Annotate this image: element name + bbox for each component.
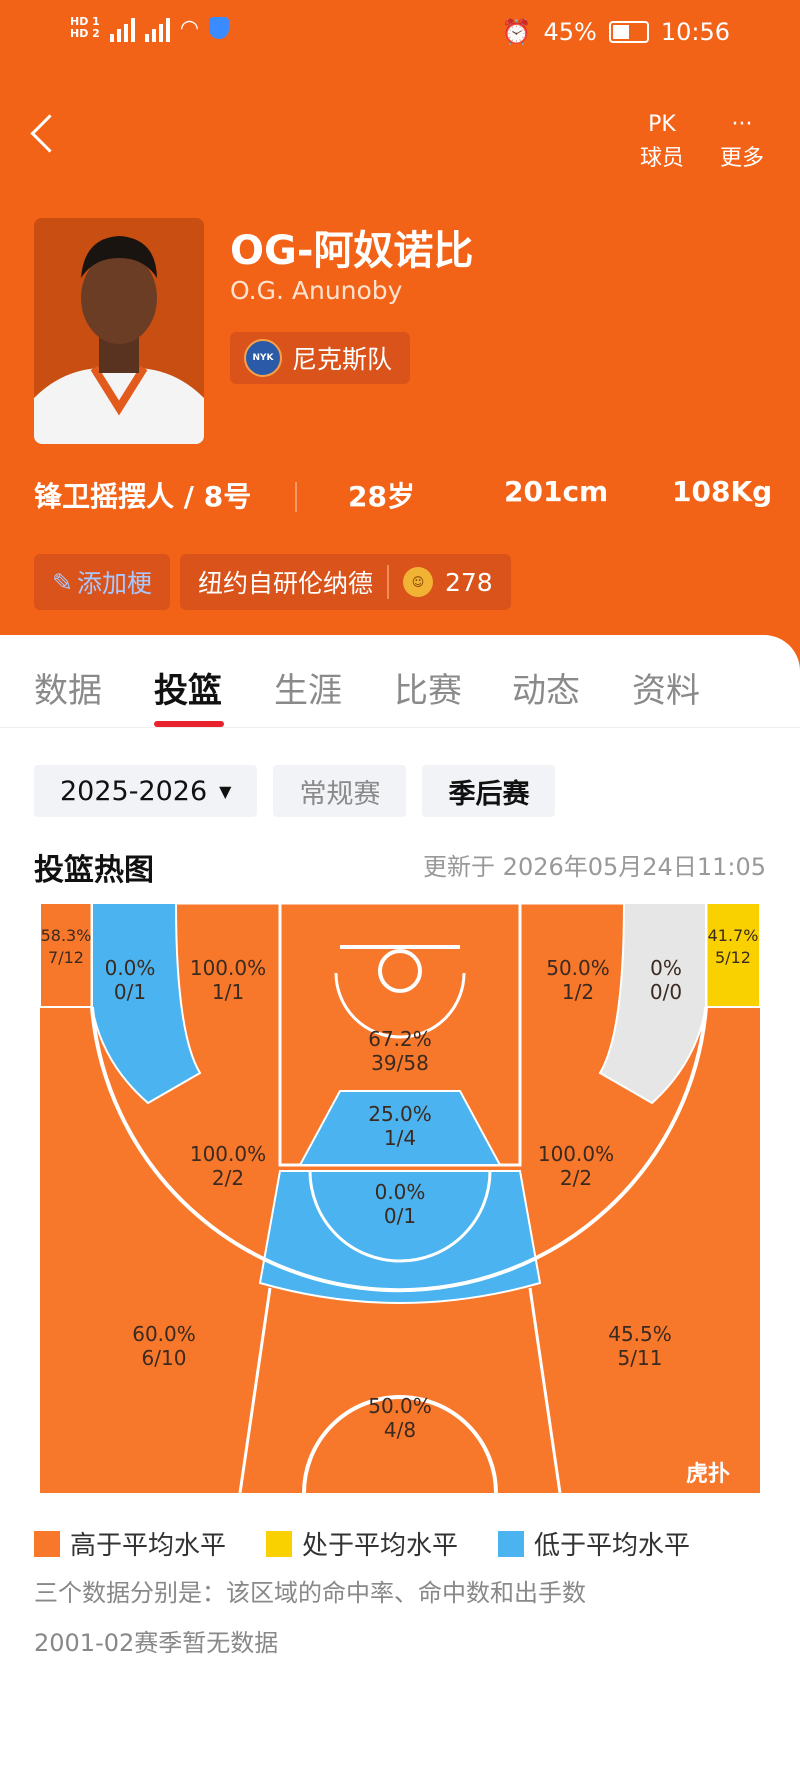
zone-made: 0/0 [650, 980, 682, 1004]
tab-games[interactable]: 比赛 [394, 663, 462, 712]
status-bar: HD 1 HD 2 ◠ ⏰ 45% 10:56 [0, 14, 800, 58]
regular-season-chip[interactable]: 常规赛 [273, 765, 407, 817]
content-sheet: 数据 投篮 生涯 比赛 动态 资料 2025-2026 ▼ 常规赛 季后赛 投篮… [0, 635, 800, 1778]
zone-pct: 45.5% [608, 1322, 672, 1346]
zone-pct: 41.7% [708, 926, 759, 945]
player-avatar [34, 218, 204, 444]
tab-bar: 数据 投篮 生涯 比赛 动态 资料 [0, 635, 800, 728]
zone-made: 5/11 [618, 1346, 663, 1370]
zone-made: 7/12 [48, 948, 84, 967]
pk-icon: PK [648, 112, 676, 137]
no-data-note: 2001-02赛季暂无数据 [34, 1629, 279, 1657]
add-tag-button[interactable]: ✎ 添加梗 [34, 554, 170, 610]
team-logo-icon: NYK [244, 339, 282, 377]
more-icon: ··· [731, 112, 753, 137]
pk-label: 球员 [639, 146, 684, 171]
zone-pct: 100.0% [190, 1142, 266, 1166]
zone-made: 2/2 [212, 1166, 244, 1190]
player-header: HD 1 HD 2 ◠ ⏰ 45% 10:56 PK 球员 ··· 更多 OG-… [0, 0, 800, 680]
heatmap-legend: 高于平均水平 处于平均水平 低于平均水平 [34, 1525, 690, 1562]
zone-made: 4/8 [384, 1418, 416, 1442]
season-value: 2025-2026 [60, 775, 208, 807]
zone-made: 2/2 [560, 1166, 592, 1190]
zone-made: 0/1 [384, 1204, 416, 1228]
season-select[interactable]: 2025-2026 ▼ [34, 765, 258, 817]
alarm-icon: ⏰ [501, 18, 532, 46]
shield-icon [209, 17, 230, 39]
more-label: 更多 [719, 146, 764, 171]
tab-shooting[interactable]: 投篮 [154, 663, 222, 712]
zone-pct: 0.0% [105, 956, 156, 980]
legend-label: 高于平均水平 [70, 1531, 227, 1561]
nickname-tag[interactable]: 纽约自研伦纳德 ☺ 278 [179, 554, 511, 610]
legend-average: 处于平均水平 [266, 1525, 458, 1562]
zone-pct: 100.0% [190, 956, 266, 980]
signal-icon [109, 14, 135, 42]
player-height: 201cm [504, 475, 609, 508]
team-name: 尼克斯队 [292, 345, 393, 374]
legend-above: 高于平均水平 [34, 1525, 226, 1562]
pk-button[interactable]: PK 球员 [632, 110, 692, 172]
zone-pct: 0.0% [375, 1180, 426, 1204]
player-name: OG-阿奴诺比 [230, 228, 474, 274]
player-name-english: O.G. Anunoby [230, 276, 403, 305]
zone-made: 5/12 [715, 948, 751, 967]
hupu-watermark: 虎扑 [686, 1461, 730, 1487]
tab-news[interactable]: 动态 [512, 663, 580, 712]
zone-made: 1/1 [212, 980, 244, 1004]
heatmap-title: 投篮热图 [34, 853, 154, 888]
more-button[interactable]: ··· 更多 [712, 110, 772, 172]
zone-pct: 100.0% [538, 1142, 614, 1166]
nickname-count: 278 [444, 567, 493, 597]
tab-profile[interactable]: 资料 [632, 663, 700, 712]
clock: 10:56 [660, 18, 730, 46]
shot-heatmap: 58.3% 7/12 0.0% 0/1 100.0% 1/1 67.2% 39/… [39, 901, 761, 1494]
caret-down-icon: ▼ [219, 781, 232, 801]
legend-below: 低于平均水平 [498, 1525, 690, 1562]
signal-icon [144, 14, 170, 42]
zone-pct: 60.0% [132, 1322, 196, 1346]
zone-made: 1/2 [562, 980, 594, 1004]
stats-divider [295, 482, 297, 512]
player-age: 28岁 [348, 480, 415, 513]
active-tab-indicator [154, 721, 224, 727]
hd-icon: HD 1 HD 2 [70, 15, 100, 40]
zone-pct: 58.3% [41, 926, 92, 945]
back-chevron-icon[interactable] [30, 114, 69, 153]
playoffs-chip[interactable]: 季后赛 [422, 765, 556, 817]
zone-pct: 50.0% [368, 1394, 432, 1418]
tab-data[interactable]: 数据 [34, 663, 102, 712]
legend-label: 低于平均水平 [534, 1531, 691, 1561]
emoji-icon: ☺ [402, 567, 433, 597]
tab-career[interactable]: 生涯 [274, 663, 342, 712]
zone-pct: 67.2% [368, 1027, 432, 1051]
tag-divider [386, 565, 389, 599]
player-stats-row: 锋卫摇摆人 / 8号 28岁 201cm 108Kg [0, 475, 800, 525]
zone-made: 6/10 [142, 1346, 187, 1370]
battery-percent: 45% [543, 18, 597, 46]
legend-label: 处于平均水平 [302, 1531, 459, 1561]
add-tag-label: 添加梗 [76, 569, 152, 598]
player-weight: 108Kg [672, 475, 773, 508]
zone-pct: 50.0% [546, 956, 610, 980]
zone-made: 0/1 [114, 980, 146, 1004]
data-explanation: 三个数据分别是：该区域的命中率、命中数和出手数 [34, 1579, 586, 1607]
battery-icon [608, 21, 649, 43]
zone-made: 39/58 [371, 1051, 429, 1075]
updated-time: 更新于 2026年05月24日11:05 [423, 853, 766, 881]
zone-made: 1/4 [384, 1126, 416, 1150]
zone-pct: 0% [650, 956, 682, 980]
player-position: 锋卫摇摆人 / 8号 [34, 480, 252, 513]
wifi-icon: ◠ [179, 15, 200, 41]
nickname-text: 纽约自研伦纳德 [197, 569, 373, 598]
zone-pct: 25.0% [368, 1102, 432, 1126]
team-button[interactable]: NYK 尼克斯队 [230, 332, 411, 384]
pencil-icon: ✎ [52, 567, 73, 597]
